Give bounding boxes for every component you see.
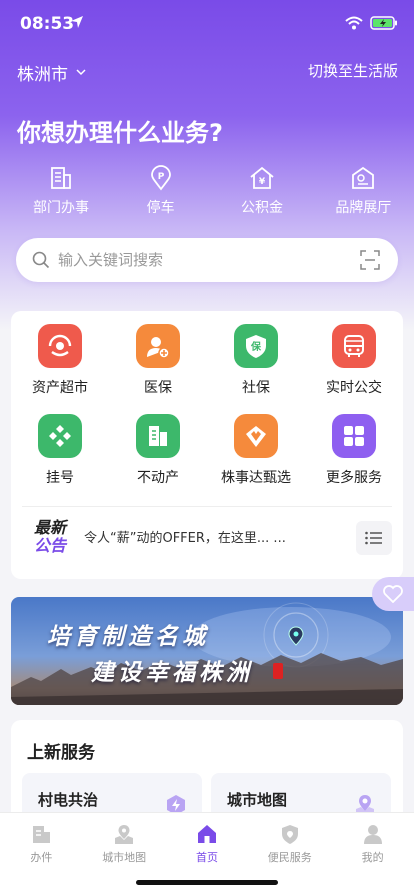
quick-item-label: 停车 bbox=[146, 200, 175, 216]
notice-text: 令人“薪”动的OFFER，在这里... ... bbox=[84, 531, 286, 546]
service-label: 挂号 bbox=[46, 470, 74, 486]
status-bar: 08:53 bbox=[0, 0, 414, 48]
latest-notice[interactable]: 最新 公告 令人“薪”动的OFFER，在这里... ... bbox=[22, 506, 392, 566]
quick-actions: 部门办事 P 停车 ¥ 公积金 品牌展厅 bbox=[0, 165, 414, 217]
tab-label: 首页 bbox=[195, 851, 218, 864]
service-label: 不动产 bbox=[137, 470, 179, 486]
service-label: 医保 bbox=[144, 380, 172, 396]
list-icon bbox=[365, 531, 382, 545]
quick-item-label: 部门办事 bbox=[32, 200, 89, 216]
wifi-icon bbox=[345, 16, 363, 30]
battery-icon bbox=[370, 16, 397, 30]
notice-list-button[interactable] bbox=[356, 521, 392, 555]
files-icon bbox=[33, 826, 51, 843]
social-security-icon: 保 bbox=[234, 324, 278, 368]
service-real-estate[interactable]: 不动产 bbox=[109, 414, 207, 504]
new-service-label: 村电共治 bbox=[38, 791, 99, 809]
service-realtime-bus[interactable]: 实时公交 bbox=[305, 324, 403, 414]
city-selector[interactable]: 株洲市 bbox=[17, 60, 86, 85]
quick-item-housing-fund[interactable]: ¥ 公积金 bbox=[211, 165, 312, 217]
tab-label: 城市地图 bbox=[102, 851, 147, 864]
quick-item-parking[interactable]: P 停车 bbox=[110, 165, 211, 217]
tab-label: 办件 bbox=[30, 851, 53, 864]
real-estate-icon bbox=[136, 414, 180, 458]
search-icon bbox=[32, 251, 50, 269]
notice-logo: 最新 公告 bbox=[34, 517, 67, 555]
service-asset-market[interactable]: 资产超市 bbox=[11, 324, 109, 414]
city-skyline-image bbox=[11, 602, 403, 705]
service-medical-insurance[interactable]: 医保 bbox=[109, 324, 207, 414]
bus-icon bbox=[332, 324, 376, 368]
switch-life-version-link[interactable]: 切换至生活版 bbox=[308, 60, 398, 81]
red-seal-icon bbox=[273, 663, 283, 679]
housing-fund-icon: ¥ bbox=[250, 166, 274, 189]
department-icon bbox=[51, 167, 71, 189]
service-selection[interactable]: 株事达甄选 bbox=[207, 414, 305, 504]
section-title: 上新服务 bbox=[27, 743, 95, 763]
city-map-icon bbox=[115, 825, 134, 844]
home-icon bbox=[197, 825, 216, 843]
tab-files[interactable]: 办件 bbox=[0, 813, 83, 896]
heart-icon bbox=[383, 585, 403, 603]
service-label: 实时公交 bbox=[326, 380, 382, 396]
tab-profile[interactable]: 我的 bbox=[331, 813, 414, 896]
service-social-security[interactable]: 保 社保 bbox=[207, 324, 305, 414]
medical-insurance-icon bbox=[136, 324, 180, 368]
banner-line1: 培育制造名城 bbox=[47, 624, 209, 650]
asset-market-icon bbox=[38, 324, 82, 368]
chevron-down-icon bbox=[76, 69, 86, 76]
tab-label: 我的 bbox=[361, 851, 384, 864]
svg-text:保: 保 bbox=[250, 340, 262, 353]
svg-text:¥: ¥ bbox=[259, 177, 266, 187]
parking-icon: P bbox=[150, 165, 171, 191]
banner-line2: 建设幸福株洲 bbox=[91, 660, 253, 686]
service-more[interactable]: 更多服务 bbox=[305, 414, 403, 504]
service-registration[interactable]: 挂号 bbox=[11, 414, 109, 504]
quick-item-label: 公积金 bbox=[240, 200, 283, 216]
search-bar[interactable] bbox=[16, 238, 398, 282]
city-name: 株洲市 bbox=[17, 65, 68, 85]
services-grid: 资产超市 医保 保 社保 实时公交 挂号 不动产 株事达甄选 更多服务 bbox=[11, 324, 403, 504]
service-label: 株事达甄选 bbox=[221, 470, 291, 486]
home-indicator bbox=[136, 880, 278, 885]
search-input[interactable] bbox=[58, 251, 338, 269]
location-arrow-icon bbox=[71, 16, 83, 28]
registration-icon bbox=[38, 414, 82, 458]
page-headline: 你想办理什么业务? bbox=[17, 119, 223, 147]
brand-hall-icon bbox=[352, 166, 375, 189]
more-services-icon bbox=[332, 414, 376, 458]
scan-icon[interactable] bbox=[360, 250, 380, 270]
service-label: 更多服务 bbox=[326, 470, 382, 486]
quick-item-department[interactable]: 部门办事 bbox=[12, 165, 110, 217]
status-time: 08:53 bbox=[20, 14, 75, 34]
floating-favorite-button[interactable] bbox=[372, 577, 414, 611]
service-label: 社保 bbox=[242, 380, 270, 396]
profile-icon bbox=[363, 825, 382, 844]
promo-banner[interactable]: 培育制造名城 建设幸福株洲 bbox=[11, 597, 403, 705]
selection-icon bbox=[234, 414, 278, 458]
svg-text:P: P bbox=[157, 172, 164, 182]
shield-icon bbox=[281, 825, 298, 844]
tab-label: 便民服务 bbox=[267, 851, 312, 864]
services-card: 资产超市 医保 保 社保 实时公交 挂号 不动产 株事达甄选 更多服务 最新 公… bbox=[11, 311, 403, 579]
quick-item-label: 品牌展厅 bbox=[335, 200, 392, 216]
new-service-label: 城市地图 bbox=[227, 791, 288, 809]
quick-item-brand-hall[interactable]: 品牌展厅 bbox=[313, 165, 414, 217]
service-label: 资产超市 bbox=[32, 380, 88, 396]
